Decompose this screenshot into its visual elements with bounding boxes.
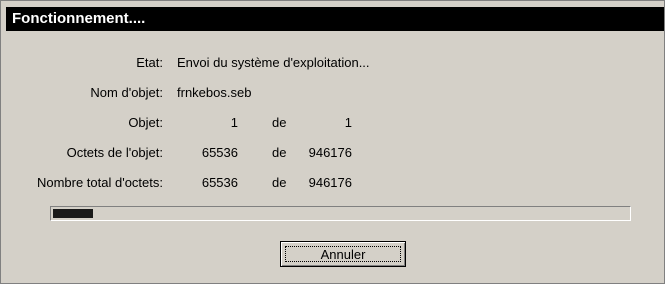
octets-objet-total: 946176 — [308, 145, 352, 160]
objet-label: Objet: — [128, 115, 163, 130]
progress-bar — [50, 206, 631, 221]
octets-objet-current: 65536 — [201, 145, 238, 160]
total-octets-current: 65536 — [201, 175, 238, 190]
progress-dialog: Fonctionnement.... Etat: Envoi du systèm… — [0, 0, 665, 284]
total-octets-label: Nombre total d'octets: — [36, 175, 163, 190]
total-octets-de: de — [272, 175, 287, 190]
cancel-button[interactable]: Annuler — [280, 241, 406, 267]
objet-total: 1 — [344, 115, 352, 130]
title-bar[interactable]: Fonctionnement.... — [6, 7, 664, 31]
etat-label: Etat: — [136, 55, 163, 70]
cancel-button-label: Annuler — [285, 246, 401, 262]
nom-objet-value: frnkebos.seb — [177, 85, 252, 100]
objet-de: de — [272, 115, 287, 130]
dialog-title: Fonctionnement.... — [12, 10, 146, 27]
objet-current: 1 — [230, 115, 238, 130]
etat-value: Envoi du système d'exploitation... — [177, 55, 370, 70]
progress-bar-fill — [53, 209, 93, 218]
octets-objet-label: Octets de l'objet: — [66, 145, 163, 160]
nom-objet-label: Nom d'objet: — [90, 85, 163, 100]
octets-objet-de: de — [272, 145, 287, 160]
total-octets-total: 946176 — [308, 175, 352, 190]
